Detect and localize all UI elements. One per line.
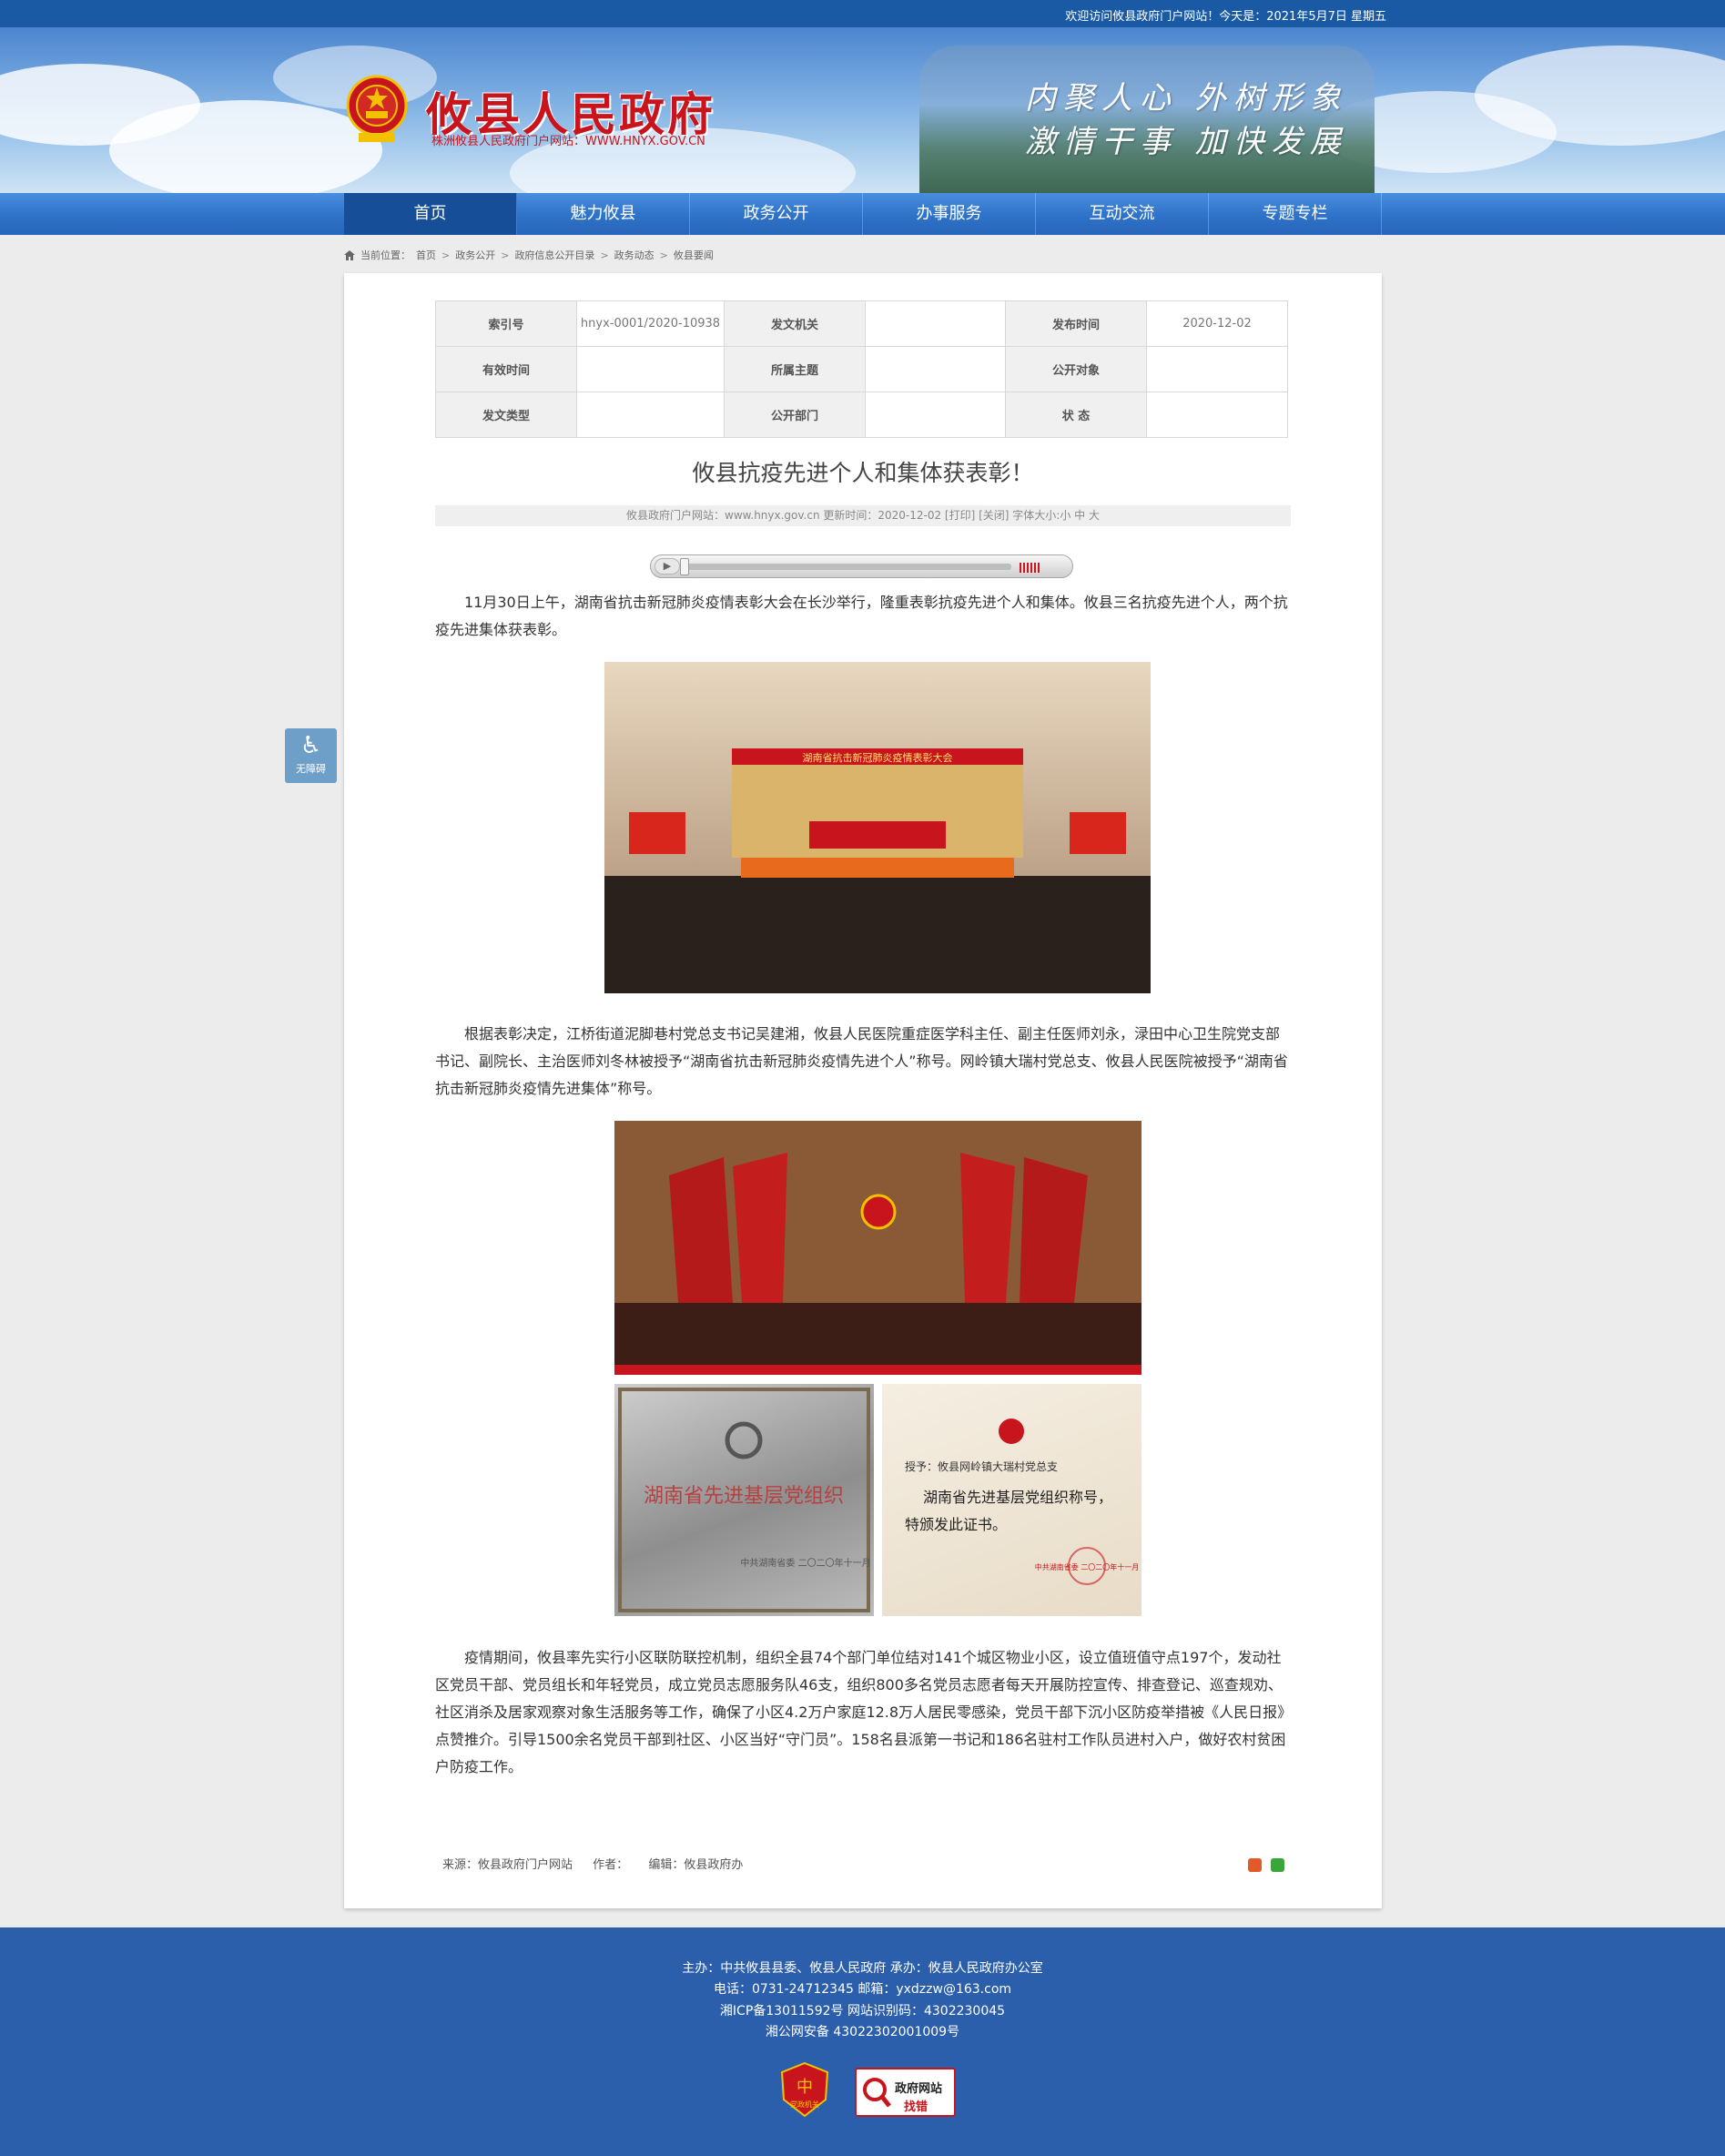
source-line: 来源：攸县政府门户网站 作者： 编辑：攸县政府办 [442, 1855, 759, 1872]
accessibility-button[interactable]: ♿ 无障碍 [285, 728, 337, 783]
volume-icon[interactable] [1020, 561, 1040, 573]
top-welcome-bar: 欢迎访问攸县政府门户网站！今天是：2021年5月7日 星期五 [0, 0, 1725, 27]
audio-player: ▶ [650, 554, 1073, 578]
article-paragraph: 11月30日上午，湖南省抗击新冠肺炎疫情表彰大会在长沙举行，隆重表彰抗疫先进个人… [435, 594, 1288, 638]
article-meta: 攸县政府门户网站：www.hnyx.gov.cn 更新时间：2020-12-02… [435, 505, 1291, 526]
info-value [1146, 346, 1288, 392]
audio-progress-handle[interactable] [680, 558, 689, 575]
plaque-text: 湖南省先进基层党组织 [644, 1485, 844, 1508]
footer-contact: 电话：0731-24712345 邮箱：yxdzzw@163.com [713, 1982, 1012, 1997]
magnifier-icon [863, 2078, 891, 2108]
badge1-label: 党政机关 [790, 2100, 819, 2109]
info-row: 发文类型 公开部门 状 态 [435, 392, 1288, 438]
breadcrumb-info-catalog[interactable]: 政府信息公开目录 [514, 248, 594, 262]
play-button[interactable]: ▶ [654, 558, 680, 575]
breadcrumb-home[interactable]: 首页 [416, 248, 436, 262]
wheelchair-icon: ♿ [299, 732, 322, 759]
info-key: 公开部门 [724, 392, 866, 438]
national-emblem-icon [346, 75, 408, 142]
info-value [576, 346, 725, 392]
svg-text:中: 中 [797, 2078, 813, 2097]
info-key: 公开对象 [1005, 346, 1147, 392]
article-photo-certificate: 授予：攸县网岭镇大瑞村党总支 湖南省先进基层党组织称号， 特颁发此证书。 中共湖… [882, 1384, 1142, 1616]
article-photo-plaque: 湖南省先进基层党组织 中共湖南省委 二〇二〇年十一月 [614, 1384, 874, 1616]
accessibility-label: 无障碍 [296, 763, 326, 775]
header-banner: 攸县人民政府 株洲攸县人民政府门户网站：WWW.HNYX.GOV.CN 内聚人心… [0, 27, 1725, 193]
article-source: 来源：攸县政府门户网站 [442, 1858, 573, 1872]
info-key: 发文类型 [435, 392, 577, 438]
breadcrumb: 当前位置： 首页 > 政务公开 > 政府信息公开目录 > 政务动态 > 攸县要闻 [344, 248, 714, 262]
footer-police-record: 湘公网安备 43022302001009号 [765, 2025, 960, 2039]
info-key: 状 态 [1005, 392, 1147, 438]
info-key: 发文机关 [724, 300, 866, 347]
article-paragraph: 根据表彰决定，江桥街道泥脚巷村党总支书记吴建湘，攸县人民医院重症医学科主任、副主… [435, 1025, 1288, 1097]
slogan-line-2: 激情干事 加快发展 [1025, 124, 1348, 160]
audio-progress-track[interactable] [684, 564, 1011, 570]
certificate-line-3: 特颁发此证书。 [905, 1516, 1007, 1533]
nav-item-services[interactable]: 办事服务 [863, 193, 1036, 235]
info-value [576, 392, 725, 438]
site-subtitle: 株洲攸县人民政府门户网站：WWW.HNYX.GOV.CN [431, 135, 705, 148]
info-key: 有效时间 [435, 346, 577, 392]
article-editor: 编辑：攸县政府办 [648, 1858, 744, 1872]
certificate-line-1: 授予：攸县网岭镇大瑞村党总支 [905, 1459, 1058, 1473]
nav-item-charm[interactable]: 魅力攸县 [517, 193, 690, 235]
nav-item-home[interactable]: 首页 [344, 193, 517, 235]
slogan-line-1: 内聚人心 外树形象 [1025, 80, 1348, 117]
info-value [1146, 392, 1288, 438]
info-value: 2020-12-02 [1146, 300, 1288, 347]
main-nav: 首页 魅力攸县 政务公开 办事服务 互动交流 专题专栏 [0, 193, 1725, 235]
badge2-line2: 找错 [904, 2100, 928, 2114]
info-row: 有效时间 所属主题 公开对象 [435, 346, 1288, 392]
plaque-issuer-text: 中共湖南省委 二〇二〇年十一月 [740, 1557, 870, 1569]
home-icon [344, 249, 355, 260]
info-row: 索引号 hnyx-0001/2020-10938 发文机关 发布时间 2020-… [435, 300, 1288, 347]
footer-icp: 湘ICP备13011592号 网站识别码：4302230045 [719, 2004, 1006, 2019]
nav-item-interaction[interactable]: 互动交流 [1036, 193, 1209, 235]
info-table: 索引号 hnyx-0001/2020-10938 发文机关 发布时间 2020-… [435, 300, 1288, 438]
badge2-line1: 政府网站 [895, 2082, 943, 2096]
info-value: hnyx-0001/2020-10938 [576, 300, 725, 347]
breadcrumb-news[interactable]: 政务动态 [614, 248, 654, 262]
ceremony-banner-text: 湖南省抗击新冠肺炎疫情表彰大会 [803, 751, 953, 764]
certificate-issuer-text: 中共湖南省委 二〇二〇年十一月 [1035, 1562, 1140, 1571]
article-author: 作者： [593, 1858, 629, 1872]
info-value [865, 300, 1006, 347]
weibo-share-icon[interactable] [1248, 1858, 1262, 1872]
welcome-text: 欢迎访问攸县政府门户网站！今天是：2021年5月7日 星期五 [1065, 10, 1386, 24]
info-value [865, 392, 1006, 438]
certificate-line-2: 湖南省先进基层党组织称号， [923, 1489, 1112, 1506]
article-paragraph: 疫情期间，攸县率先实行小区联防联控机制，组织全县74个部门单位结对141个城区物… [435, 1649, 1286, 1775]
info-key: 所属主题 [724, 346, 866, 392]
article-title: 攸县抗疫先进个人和集体获表彰！ [692, 460, 1034, 486]
breadcrumb-label: 当前位置： [360, 249, 411, 261]
wechat-share-icon[interactable] [1271, 1858, 1284, 1872]
info-value [865, 346, 1006, 392]
party-government-badge-icon[interactable]: 中 党政机关 [780, 2061, 830, 2118]
breadcrumb-county-news[interactable]: 攸县要闻 [674, 248, 714, 262]
info-key: 发布时间 [1005, 300, 1147, 347]
breadcrumb-government-affairs[interactable]: 政务公开 [455, 248, 495, 262]
article-photo-awardees [614, 1121, 1142, 1375]
nav-item-government-affairs[interactable]: 政务公开 [690, 193, 863, 235]
nav-item-topics[interactable]: 专题专栏 [1209, 193, 1382, 235]
find-error-badge[interactable]: 政府网站 找错 [855, 2068, 956, 2117]
footer-sponsor: 主办：中共攸县县委、攸县人民政府 承办：攸县人民政府办公室 [682, 1961, 1043, 1976]
info-key: 索引号 [435, 300, 577, 347]
article-photo-ceremony-hall: 湖南省抗击新冠肺炎疫情表彰大会 [604, 662, 1151, 993]
